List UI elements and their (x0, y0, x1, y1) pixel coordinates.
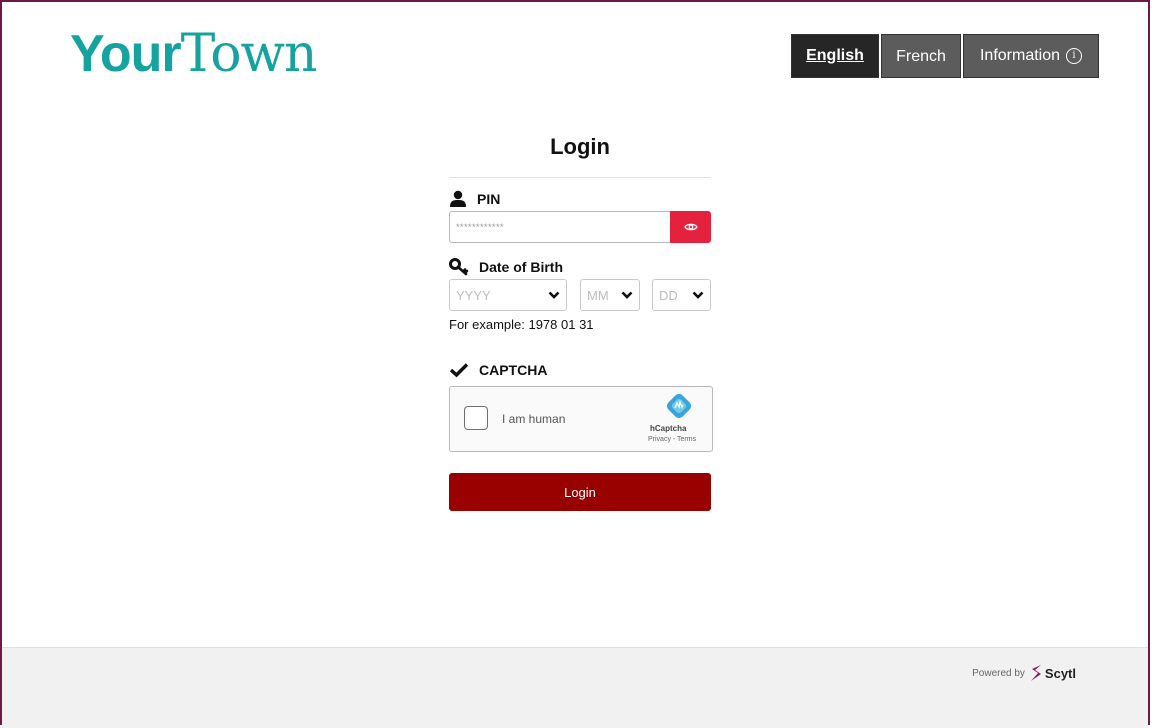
scytl-brand-text: Scytl (1044, 665, 1076, 681)
chevron-down-icon (548, 291, 560, 299)
dob-selects: YYYY MM DD (449, 279, 711, 311)
hcaptcha-privacy-terms-links[interactable]: Privacy - Terms (648, 436, 696, 443)
checkmark-icon (449, 363, 469, 378)
language-bar: English French Information i (791, 34, 1099, 78)
page-frame (0, 0, 1150, 725)
captcha-label: CAPTCHA (449, 362, 547, 378)
logo-your: Your (70, 25, 182, 83)
month-select[interactable]: MM (580, 279, 640, 311)
chevron-down-icon (621, 291, 633, 299)
scytl-brand[interactable]: Scytl (1029, 664, 1076, 682)
captcha-label-text: CAPTCHA (479, 362, 548, 378)
day-select[interactable]: DD (652, 279, 711, 311)
scytl-logo-icon (1030, 665, 1041, 681)
title-divider (449, 177, 711, 178)
information-label: Information (979, 47, 1061, 64)
show-pin-button[interactable] (670, 211, 711, 243)
captcha-text: I am human (502, 412, 566, 426)
key-icon (449, 258, 469, 276)
logo-town: Town (180, 24, 318, 84)
powered-by-text: Powered by (972, 667, 1025, 679)
pin-input[interactable] (449, 211, 670, 243)
language-french-button[interactable]: French (881, 34, 961, 78)
footer: Powered by Scytl (2, 647, 1148, 728)
dob-example-hint: For example: 1978 01 31 (449, 317, 594, 332)
pin-field-group (449, 211, 711, 243)
language-english-button[interactable]: English (791, 34, 879, 78)
day-placeholder: DD (659, 287, 678, 303)
hcaptcha-name: hCaptcha (650, 424, 687, 433)
chevron-down-icon (692, 291, 704, 299)
year-placeholder: YYYY (456, 287, 491, 303)
dob-label: Date of Birth (449, 258, 563, 276)
hcaptcha-widget: I am human hCaptcha Privacy - Terms (449, 386, 713, 452)
dob-label-text: Date of Birth (479, 259, 563, 275)
eye-icon (683, 223, 698, 231)
year-select[interactable]: YYYY (449, 279, 567, 311)
month-placeholder: MM (587, 287, 609, 303)
login-button[interactable]: Login (449, 473, 711, 511)
user-icon (450, 190, 466, 207)
captcha-checkbox[interactable] (464, 406, 488, 430)
pin-label: PIN (449, 190, 500, 208)
powered-by: Powered by Scytl (972, 664, 1076, 682)
information-button[interactable]: Information i (963, 34, 1099, 78)
pin-label-text: PIN (477, 191, 501, 207)
info-icon: i (1066, 48, 1083, 64)
hcaptcha-logo-icon (666, 393, 692, 419)
login-title: Login (550, 134, 610, 159)
yourtown-logo[interactable]: YourTown (70, 24, 318, 84)
